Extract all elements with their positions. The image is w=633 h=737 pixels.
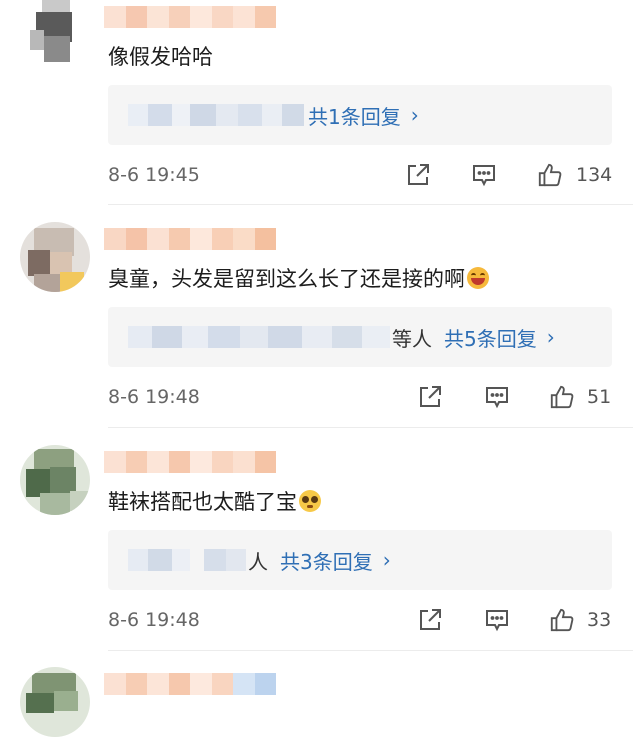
chevron-right-icon: ›	[382, 548, 391, 572]
avatar[interactable]	[22, 0, 80, 66]
share-icon[interactable]	[405, 162, 431, 188]
comment-text: 像假发哈哈	[108, 45, 213, 69]
divider	[108, 427, 633, 428]
share-icon[interactable]	[417, 384, 443, 410]
comment-text: 鞋袜搭配也太酷了宝	[108, 487, 321, 517]
comment-meta: 8-6 19:48 51	[0, 382, 633, 412]
username-blurred[interactable]	[104, 673, 276, 695]
share-icon[interactable]	[417, 607, 443, 633]
thumbs-up-icon[interactable]	[549, 384, 577, 412]
divider	[108, 650, 633, 651]
comment-meta: 8-6 19:45 134	[0, 160, 633, 190]
username-blurred[interactable]	[104, 228, 276, 250]
username-blurred[interactable]	[104, 6, 276, 28]
divider	[108, 204, 633, 205]
avatar[interactable]	[20, 222, 90, 292]
comment-icon[interactable]	[484, 384, 510, 410]
comment-text: 臭童，头发是留到这么长了还是接的啊	[108, 264, 489, 294]
replier-names-blurred	[128, 326, 390, 348]
reply-extra-text: 人	[248, 549, 268, 574]
comment-text-content: 鞋袜搭配也太酷了宝	[108, 490, 297, 514]
comment-icon[interactable]	[484, 607, 510, 633]
reply-count-link[interactable]: 共5条回复	[444, 323, 537, 352]
timestamp: 8-6 19:45	[108, 164, 200, 186]
like-count: 33	[587, 609, 612, 631]
reply-summary[interactable]: 等人 共5条回复 ›	[108, 307, 612, 367]
chevron-right-icon: ›	[546, 325, 555, 349]
reply-extra-text: 等人	[392, 326, 432, 351]
thumbs-up-icon[interactable]	[549, 607, 577, 635]
reply-summary[interactable]: 人 共3条回复 ›	[108, 530, 612, 590]
reply-summary[interactable]: 共1条回复 ›	[108, 85, 612, 145]
laughing-emoji-icon	[467, 267, 489, 289]
username-blurred[interactable]	[104, 451, 276, 473]
comment-icon[interactable]	[471, 162, 497, 188]
like-count: 134	[576, 164, 613, 186]
replier-names-blurred	[128, 549, 246, 571]
chevron-right-icon: ›	[410, 103, 419, 127]
comment-text-content: 臭童，头发是留到这么长了还是接的啊	[108, 267, 465, 291]
timestamp: 8-6 19:48	[108, 609, 200, 631]
replier-names-blurred	[128, 104, 304, 126]
timestamp: 8-6 19:48	[108, 386, 200, 408]
reply-count-link[interactable]: 共1条回复	[308, 101, 401, 130]
reply-count-link[interactable]: 共3条回复	[280, 546, 373, 575]
avatar[interactable]	[20, 445, 90, 515]
like-count: 51	[587, 386, 612, 408]
thumbs-up-icon[interactable]	[537, 162, 565, 190]
comment-meta: 8-6 19:48 33	[0, 605, 633, 635]
avatar[interactable]	[20, 667, 90, 737]
pleading-emoji-icon	[299, 490, 321, 512]
